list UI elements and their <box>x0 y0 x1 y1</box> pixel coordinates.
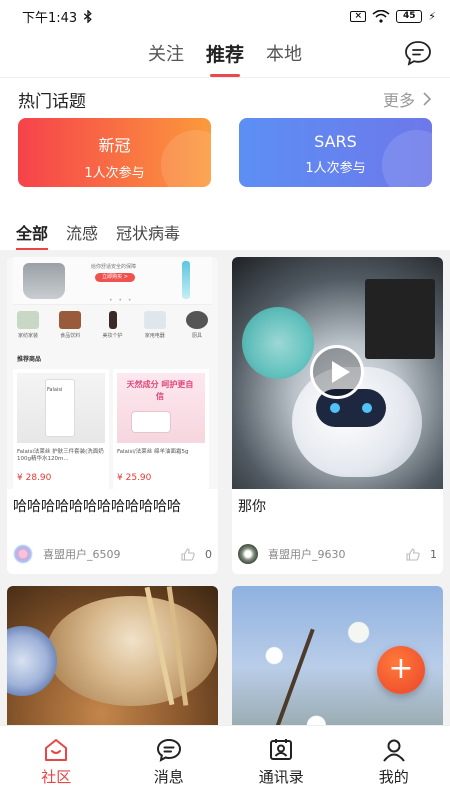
hot-topics-title: 热门话题 <box>18 91 86 112</box>
category-coronavirus[interactable]: 冠状病毒 <box>116 220 180 244</box>
product-name: Falaisi法莱丝 护肤三件套装(洗面奶100g精华水120m... <box>17 449 104 462</box>
play-icon[interactable] <box>310 345 364 399</box>
product-image: 天然成分 呵护更自信 <box>117 373 205 443</box>
post-title[interactable]: 那你 <box>232 489 443 541</box>
add-post-button[interactable]: + <box>377 646 425 694</box>
product-name: Falaisi/法莱丝 绵羊油面霜5g <box>117 449 189 455</box>
nav-contacts[interactable]: 通讯录 <box>225 726 338 800</box>
message-icon <box>156 738 181 762</box>
battery-icon: 45 <box>396 9 423 23</box>
nav-community[interactable]: 社区 <box>0 726 113 800</box>
banner-text: 给你舒适安全的保障 <box>91 264 137 270</box>
contacts-icon <box>270 739 293 760</box>
topic-card-covid[interactable]: 新冠 1人次参与 <box>18 118 211 187</box>
post-image[interactable]: 给你舒适安全的保障 立即购买 > • • • 家纺家装 食品饮料 美妆个护 家用… <box>7 257 218 489</box>
nav-label: 我的 <box>378 768 409 786</box>
shop-category: 美妆个护 <box>98 311 128 339</box>
profile-icon <box>382 739 405 762</box>
carousel-dots: • • • <box>109 297 134 304</box>
post-card[interactable] <box>7 586 218 725</box>
tab-following[interactable]: 关注 <box>148 40 184 74</box>
shop-categories: 家纺家装 食品饮料 美妆个护 家用电器 厨具 <box>13 311 212 339</box>
shop-category-label: 家纺家装 <box>17 333 38 339</box>
food-photo <box>7 586 218 725</box>
nav-profile[interactable]: 我的 <box>338 726 450 800</box>
shop-category-label: 美妆个护 <box>102 333 123 339</box>
more-label: 更多 <box>382 91 415 110</box>
like-count: 1 <box>430 547 437 561</box>
divider <box>0 77 450 78</box>
post-image[interactable] <box>7 586 218 725</box>
shop-category: 家用电器 <box>140 311 170 339</box>
post-author[interactable]: 喜盟用户_9630 <box>268 546 346 562</box>
category-all[interactable]: 全部 <box>16 220 49 250</box>
like-button[interactable]: 0 <box>181 548 212 561</box>
top-nav: 关注 推荐 本地 <box>0 32 450 78</box>
post-author[interactable]: 喜盟用户_6509 <box>43 546 121 562</box>
shop-banner: 给你舒适安全的保障 立即购买 > • • • <box>13 257 212 305</box>
topic-card-sars[interactable]: SARS 1人次参与 <box>239 118 432 187</box>
product-slogan: 天然成分 呵护更自信 <box>126 380 194 401</box>
shop-category: 家纺家装 <box>13 311 43 339</box>
like-count: 0 <box>205 547 212 561</box>
robot-eye <box>362 403 372 413</box>
post-meta: 喜盟用户_9630 1 <box>238 544 437 564</box>
sim-off-icon: × <box>350 10 367 22</box>
nav-label: 通讯录 <box>258 768 304 786</box>
thumbs-up-icon <box>181 547 195 561</box>
shop-category: 厨具 <box>182 311 212 339</box>
nav-messages[interactable]: 消息 <box>113 726 226 800</box>
tv-image <box>365 279 435 359</box>
tab-recommended[interactable]: 推荐 <box>206 40 244 74</box>
tab-local[interactable]: 本地 <box>266 40 302 74</box>
shop-category-label: 家用电器 <box>144 333 165 339</box>
thumbs-up-icon <box>406 547 420 561</box>
hot-topics-header: 热门话题 更多 <box>18 86 432 112</box>
product-brand: Falaisi <box>47 387 63 393</box>
status-bar: 下午1:43 × 45 ⚡ <box>0 0 450 32</box>
wifi-icon <box>372 9 390 23</box>
shop-category-label: 厨具 <box>191 333 202 339</box>
more-link[interactable]: 更多 <box>383 87 432 111</box>
status-time: 下午1:43 <box>22 10 78 26</box>
recommend-label: 推荐商品 <box>17 356 42 363</box>
shop-screenshot: 给你舒适安全的保障 立即购买 > • • • 家纺家装 食品饮料 美妆个护 家用… <box>7 257 218 489</box>
chevron-right-icon <box>423 92 432 106</box>
product-card: 天然成分 呵护更自信 Falaisi/法莱丝 绵羊油面霜5g ¥ 25.90 <box>113 369 209 489</box>
fan-image <box>242 307 314 379</box>
post-title[interactable]: 哈哈哈哈哈哈哈哈哈哈哈哈 <box>7 489 218 541</box>
category-tabs: 全部 流感 冠状病毒 <box>16 220 180 250</box>
nav-label: 社区 <box>41 768 72 786</box>
bottom-nav: 社区 消息 通讯录 我的 <box>0 725 450 800</box>
post-card[interactable]: 那你 喜盟用户_9630 1 <box>232 257 443 574</box>
bluetooth-icon <box>84 9 92 23</box>
robot-eye <box>330 403 340 413</box>
post-video[interactable] <box>232 257 443 489</box>
chat-bubble-icon[interactable] <box>404 40 432 66</box>
nav-label: 消息 <box>153 768 184 786</box>
buy-button: 立即购买 > <box>95 273 135 282</box>
product-price: ¥ 25.90 <box>117 473 152 483</box>
shop-category-label: 食品饮料 <box>60 333 81 339</box>
post-card[interactable]: 给你舒适安全的保障 立即购买 > • • • 家纺家装 食品饮料 美妆个护 家用… <box>7 257 218 574</box>
home-icon <box>45 739 68 761</box>
product-image: Falaisi <box>17 373 105 443</box>
shop-category: 食品饮料 <box>55 311 85 339</box>
post-meta: 喜盟用户_6509 0 <box>13 544 212 564</box>
bolt-icon: ⚡ <box>428 9 436 23</box>
category-flu[interactable]: 流感 <box>66 220 98 244</box>
steamer-image <box>47 596 217 706</box>
branch-image <box>273 628 315 725</box>
avatar[interactable] <box>238 544 258 564</box>
avatar[interactable] <box>13 544 33 564</box>
product-price: ¥ 28.90 <box>17 473 52 483</box>
product-card: Falaisi Falaisi法莱丝 护肤三件套装(洗面奶100g精华水120m… <box>13 369 109 489</box>
product-image <box>182 261 190 299</box>
like-button[interactable]: 1 <box>406 548 437 561</box>
pot-image <box>23 263 65 299</box>
